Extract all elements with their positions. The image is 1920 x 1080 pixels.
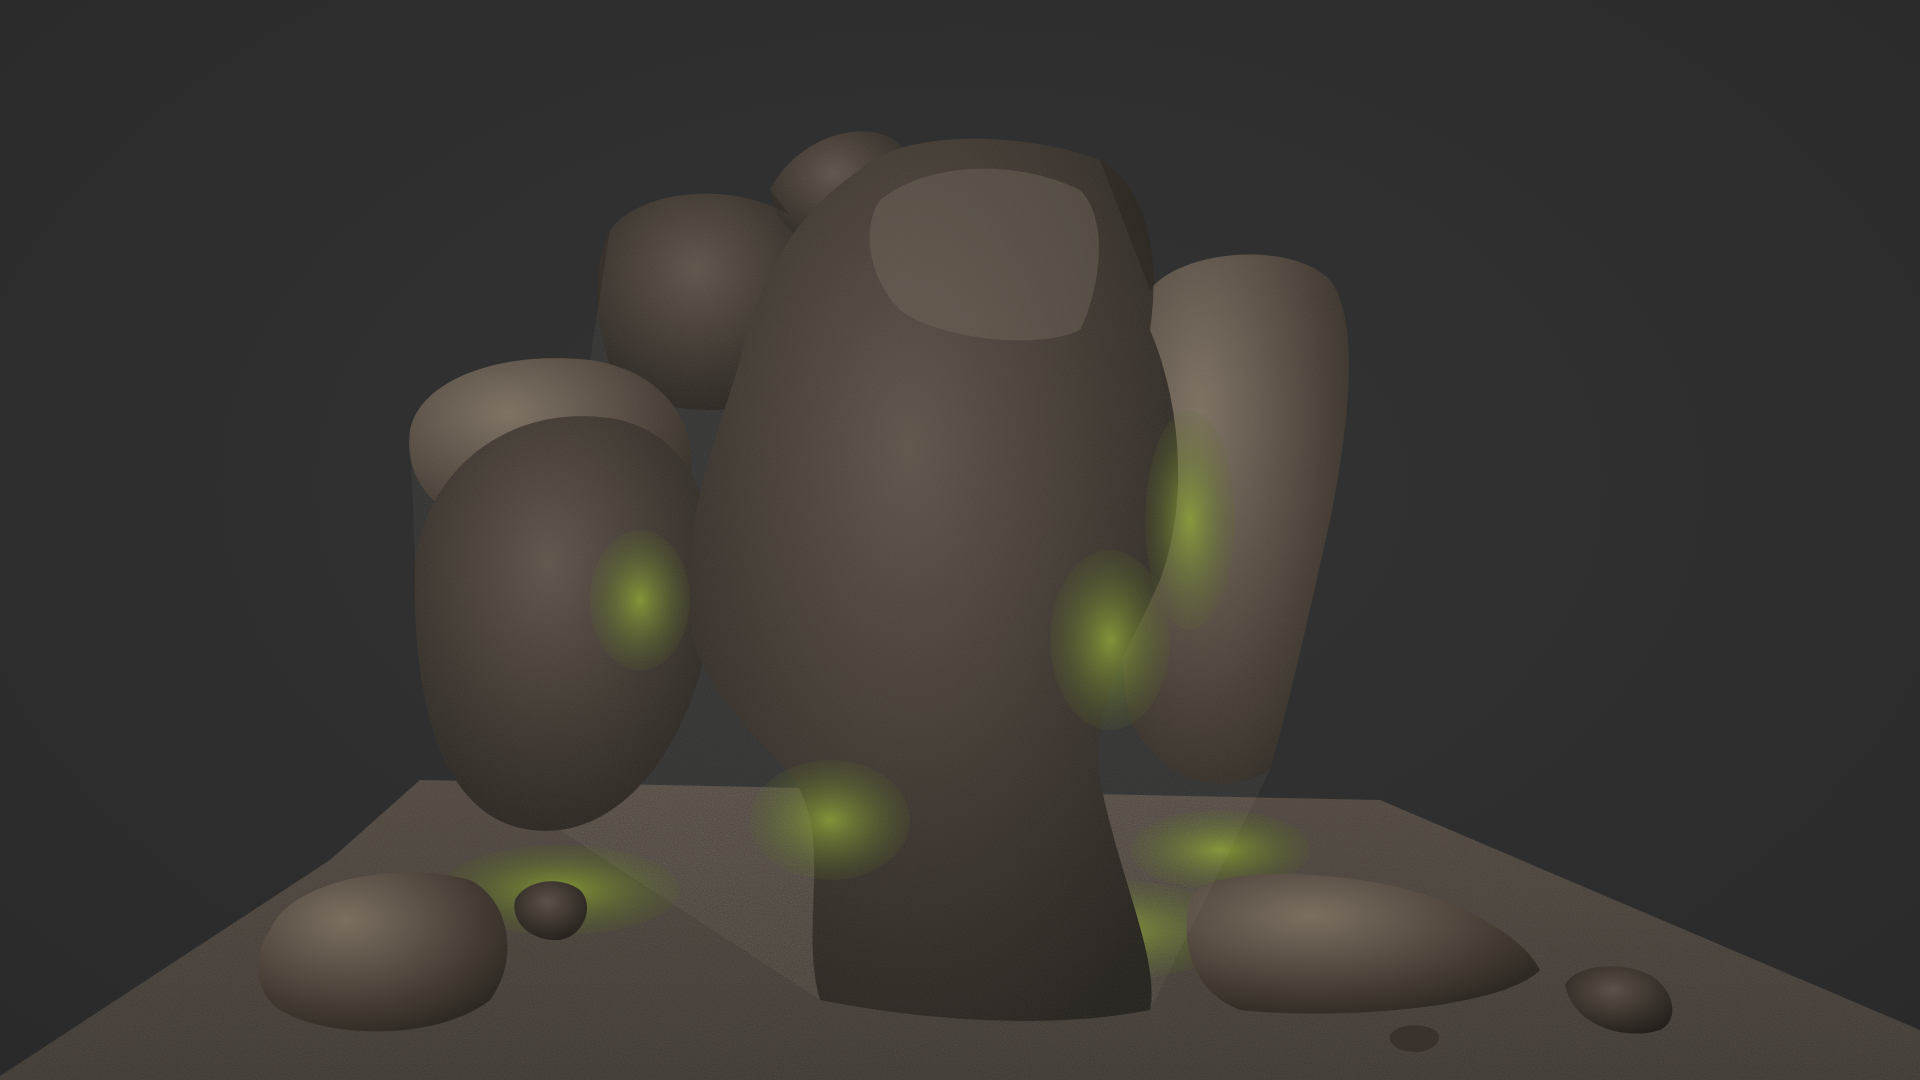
3d-viewport[interactable] bbox=[0, 0, 1920, 1080]
rock-scene[interactable] bbox=[0, 0, 1920, 1080]
